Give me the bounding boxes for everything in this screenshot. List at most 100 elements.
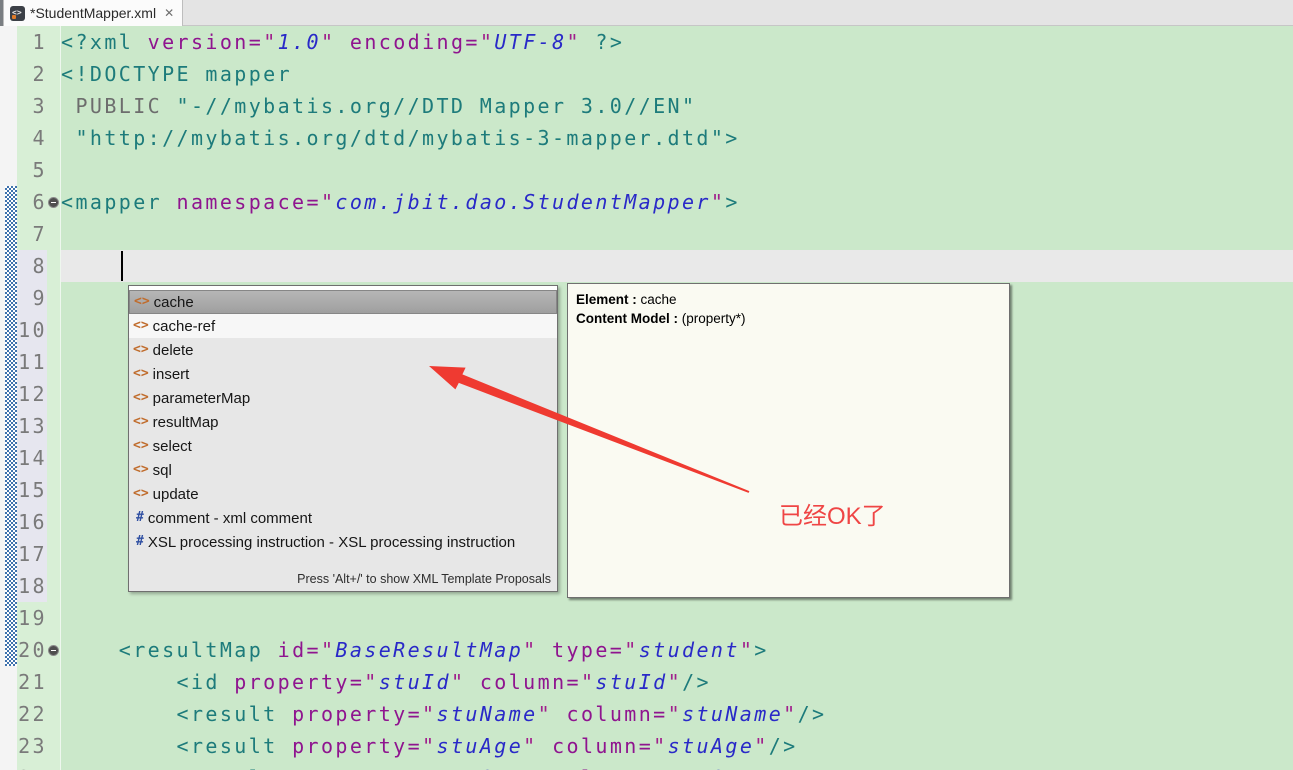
code-text[interactable]: <resultMap id="BaseResultMap" type="stud… xyxy=(61,634,1293,666)
fold-column xyxy=(47,314,61,346)
proposal-label: resultMap xyxy=(152,413,219,431)
line-number: 8 xyxy=(17,250,47,282)
code-text[interactable]: <mapper namespace="com.jbit.dao.StudentM… xyxy=(61,186,1293,218)
xml-element-icon: <> xyxy=(133,390,149,405)
fold-column xyxy=(47,570,61,602)
fold-column xyxy=(47,730,61,762)
editor-tab-bar: *StudentMapper.xml ✕ xyxy=(0,0,1293,26)
code-text[interactable]: <id property="stuId" column="stuId"/> xyxy=(61,666,1293,698)
content-assist-list: <> cache <> cache-ref <> delete <> insert <> para… xyxy=(129,290,557,554)
code-text[interactable]: <!DOCTYPE mapper xyxy=(61,58,1293,90)
xml-element-icon: <> xyxy=(133,486,149,501)
fold-column xyxy=(47,122,61,154)
proposal-item-select[interactable]: <> select xyxy=(129,434,557,458)
fold-column xyxy=(47,698,61,730)
code-text[interactable] xyxy=(61,154,1293,186)
editor-line-19[interactable]: 19 xyxy=(17,602,1293,634)
line-number: 3 xyxy=(17,90,47,122)
editor-line-1[interactable]: 1 <?xml version="1.0" encoding="UTF-8" ?> xyxy=(17,26,1293,58)
xml-element-icon: <> xyxy=(133,318,149,333)
proposal-label: sql xyxy=(152,461,172,479)
fold-column xyxy=(47,58,61,90)
editor-line-5[interactable]: 5 xyxy=(17,154,1293,186)
line-number: 17 xyxy=(17,538,47,570)
editor-line-23[interactable]: 23 <result property="stuAge" column="stu… xyxy=(17,730,1293,762)
tab-title: *StudentMapper.xml xyxy=(30,5,157,21)
fold-column xyxy=(47,346,61,378)
proposal-item-sql[interactable]: <> sql xyxy=(129,458,557,482)
fold-column xyxy=(47,474,61,506)
fold-toggle[interactable] xyxy=(47,634,61,666)
line-number: 5 xyxy=(17,154,47,186)
editor-line-2[interactable]: 2 <!DOCTYPE mapper xyxy=(17,58,1293,90)
content-assist-popup[interactable]: <> cache <> cache-ref <> delete <> insert <> para… xyxy=(128,285,558,592)
fold-column xyxy=(47,26,61,58)
fold-column xyxy=(47,442,61,474)
editor-line-4[interactable]: 4 "http://mybatis.org/dtd/mybatis-3-mapp… xyxy=(17,122,1293,154)
line-number: 20 xyxy=(17,634,47,666)
line-number: 15 xyxy=(17,474,47,506)
proposal-item-parametermap[interactable]: <> parameterMap xyxy=(129,386,557,410)
fold-column xyxy=(47,538,61,570)
tab-close-icon[interactable]: ✕ xyxy=(164,6,174,20)
proposal-item-cache[interactable]: <> cache xyxy=(129,290,557,314)
code-text[interactable]: <result property="stuAge" column="stuAge… xyxy=(61,730,1293,762)
code-text[interactable] xyxy=(61,602,1293,634)
line-number: 24 xyxy=(17,762,47,770)
proposal-item-delete[interactable]: <> delete xyxy=(129,338,557,362)
code-text[interactable]: <result property="stuName" column="stuNa… xyxy=(61,698,1293,730)
proposal-item-xsl[interactable]: # XSL processing instruction - XSL proces… xyxy=(129,530,557,554)
editor-line-3[interactable]: 3 PUBLIC "-//mybatis.org//DTD Mapper 3.0… xyxy=(17,90,1293,122)
editor-line-24[interactable]: 24 <result property="stuSex" column="stu… xyxy=(17,762,1293,770)
fold-column xyxy=(47,154,61,186)
editor-line-6[interactable]: 6 <mapper namespace="com.jbit.dao.Student… xyxy=(17,186,1293,218)
proposal-label: update xyxy=(152,485,199,503)
proposal-label: cache xyxy=(153,293,194,311)
xml-element-icon: <> xyxy=(133,342,149,357)
code-text[interactable]: <result property="stuSex" column="stuSex… xyxy=(61,762,1293,770)
collapse-icon[interactable] xyxy=(48,197,59,208)
code-text[interactable]: "http://mybatis.org/dtd/mybatis-3-mapper… xyxy=(61,122,1293,154)
proposal-item-cache-ref[interactable]: <> cache-ref xyxy=(129,314,557,338)
line-number: 10 xyxy=(17,314,47,346)
doc-row: Content Model : (property*) xyxy=(576,311,746,326)
fold-column xyxy=(47,90,61,122)
line-number: 2 xyxy=(17,58,47,90)
text-cursor xyxy=(121,251,123,281)
xml-file-icon xyxy=(10,5,25,21)
collapse-icon[interactable] xyxy=(48,645,59,656)
editor-line-22[interactable]: 22 <result property="stuName" column="st… xyxy=(17,698,1293,730)
xml-element-icon: <> xyxy=(133,366,149,381)
proposal-item-resultmap[interactable]: <> resultMap xyxy=(129,410,557,434)
proposal-label: cache-ref xyxy=(152,317,216,335)
tab-studentmapper-xml[interactable]: *StudentMapper.xml ✕ xyxy=(3,0,184,26)
line-number: 4 xyxy=(17,122,47,154)
fold-column xyxy=(47,762,61,770)
proposal-label: delete xyxy=(152,341,194,359)
fold-toggle[interactable] xyxy=(47,186,61,218)
content-assist-footer: Press 'Alt+/' to show XML Template Propo… xyxy=(297,572,551,586)
editor-line-21[interactable]: 21 <id property="stuId" column="stuId"/> xyxy=(17,666,1293,698)
editor-line-7[interactable]: 7 xyxy=(17,218,1293,250)
proposal-label: parameterMap xyxy=(152,389,251,407)
xml-element-icon: <> xyxy=(133,462,149,477)
xml-element-icon: <> xyxy=(134,294,150,309)
fold-column xyxy=(47,602,61,634)
xml-element-icon: <> xyxy=(133,438,149,453)
proposal-item-update[interactable]: <> update xyxy=(129,482,557,506)
xml-element-icon: <> xyxy=(133,414,149,429)
editor-line-8[interactable]: 8 xyxy=(17,250,1293,282)
line-number: 14 xyxy=(17,442,47,474)
line-number: 6 xyxy=(17,186,47,218)
code-text[interactable]: <?xml version="1.0" encoding="UTF-8" ?> xyxy=(61,26,1293,58)
code-text[interactable] xyxy=(61,218,1293,250)
proposal-item-insert[interactable]: <> insert xyxy=(129,362,557,386)
proposal-label: XSL processing instruction - XSL process… xyxy=(147,533,516,551)
editor-line-20[interactable]: 20 <resultMap id="BaseResultMap" type="s… xyxy=(17,634,1293,666)
proposal-item-comment[interactable]: # comment - xml comment xyxy=(129,506,557,530)
line-number: 21 xyxy=(17,666,47,698)
code-text[interactable]: PUBLIC "-//mybatis.org//DTD Mapper 3.0//… xyxy=(61,90,1293,122)
line-number: 11 xyxy=(17,346,47,378)
code-text[interactable] xyxy=(61,250,1293,282)
fold-column xyxy=(47,666,61,698)
